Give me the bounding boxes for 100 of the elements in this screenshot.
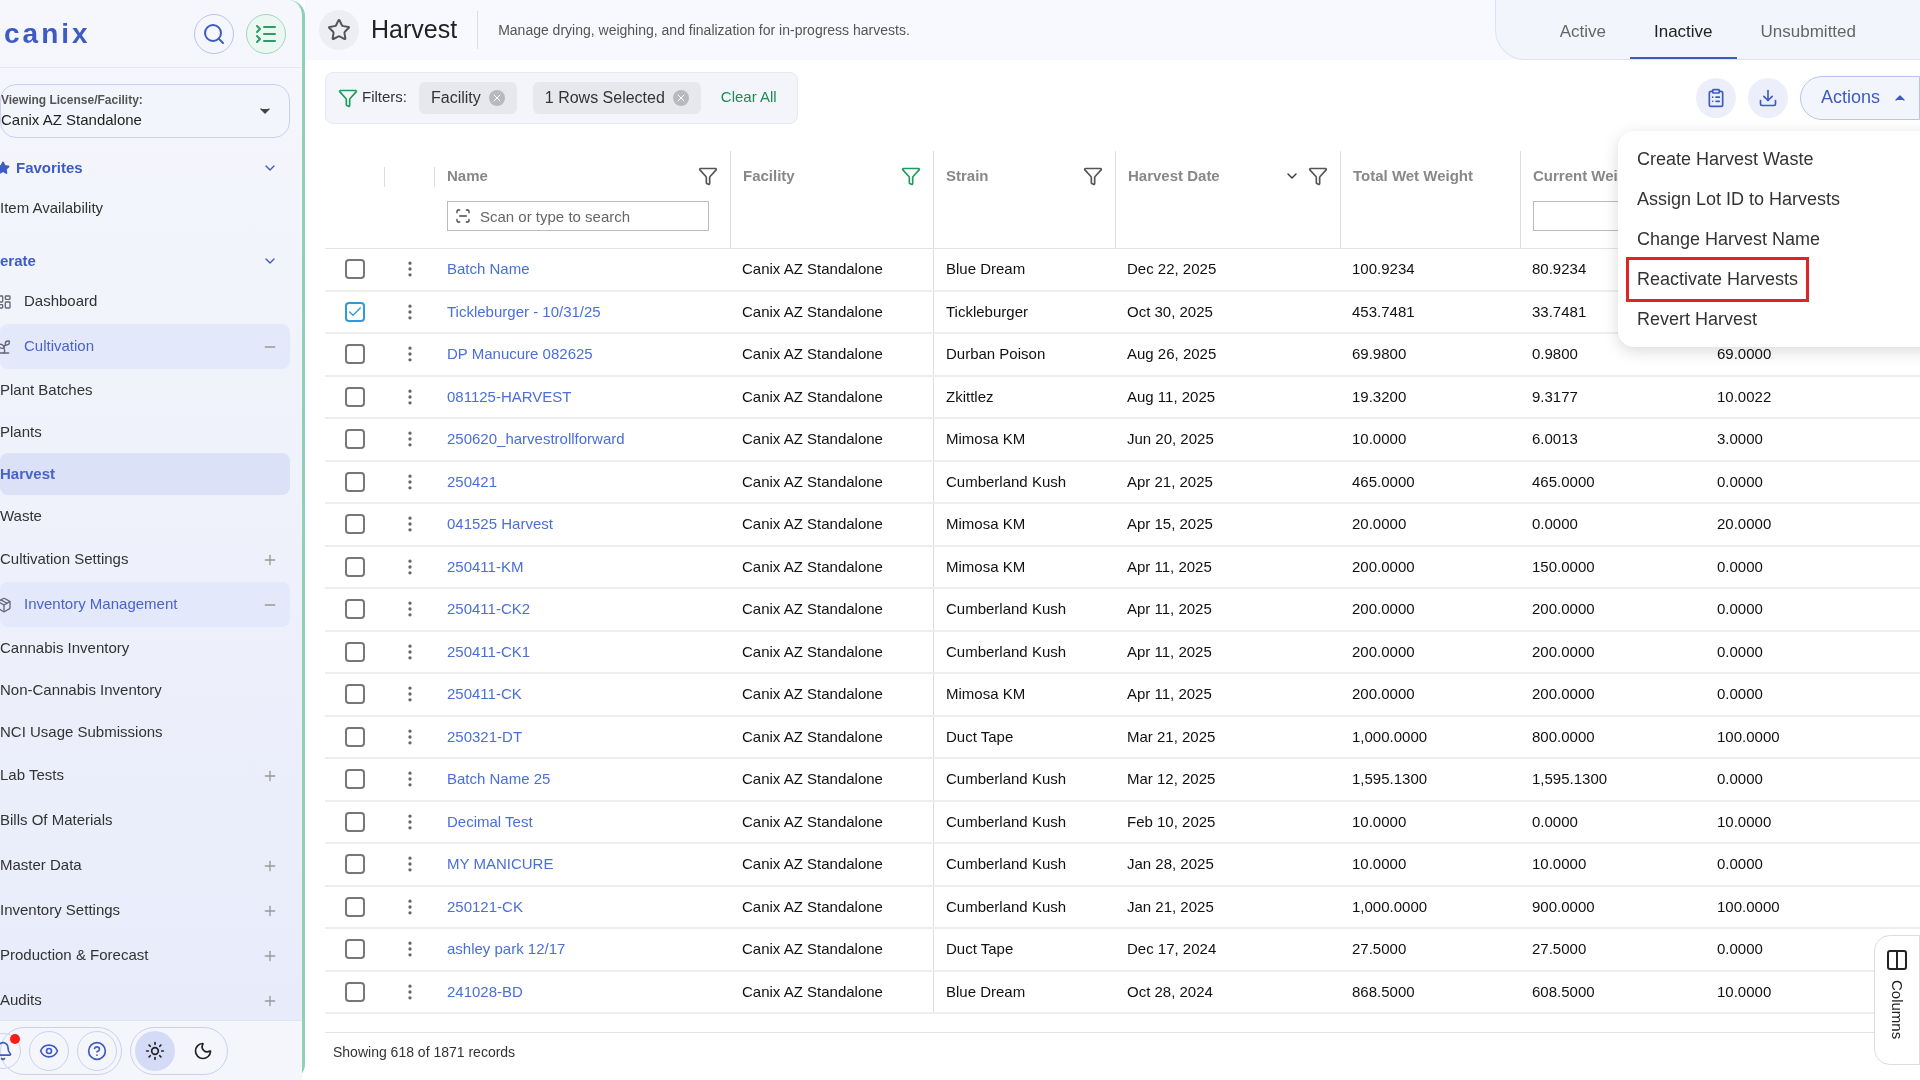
harvest-name-link[interactable]: 250321-DT: [447, 725, 523, 748]
harvest-name-link[interactable]: 250411-KM: [447, 555, 524, 578]
row-checkbox[interactable]: [345, 939, 365, 960]
menu-item[interactable]: Reactivate Harvests: [1626, 256, 1810, 302]
sidebar-group[interactable]: Cultivation Settings: [0, 537, 290, 582]
actions-button[interactable]: Actions: [1800, 75, 1920, 120]
sidebar-item[interactable]: Non-Cannabis Inventory: [0, 669, 290, 711]
sidebar-item[interactable]: Plant Batches: [0, 369, 290, 411]
column-header[interactable]: Name: [447, 164, 690, 188]
row-checkbox[interactable]: [345, 344, 365, 365]
filter-icon[interactable]: [1083, 166, 1103, 186]
sidebar-group[interactable]: Cultivation: [0, 324, 290, 369]
table-cell-text: 1,595.1300: [1532, 769, 1608, 789]
table-cell-text: Zkittlez: [946, 386, 994, 407]
row-checkbox[interactable]: [345, 684, 365, 705]
sidebar-item[interactable]: Dashboard: [0, 279, 290, 324]
filter-icon[interactable]: [1308, 166, 1328, 186]
table-cell-text: Canix AZ Standalone: [742, 599, 883, 619]
favorite-button[interactable]: [319, 10, 359, 50]
filter-icon[interactable]: [901, 166, 921, 186]
column-header[interactable]: Total Wet Weight: [1353, 164, 1508, 188]
sidebar-group[interactable]: Inventory Settings: [0, 888, 290, 933]
column-header[interactable]: Facility: [743, 164, 893, 188]
sidebar-item[interactable]: Waste: [0, 495, 290, 537]
table-cell-text: 69.9800: [1352, 344, 1407, 364]
column-header[interactable]: Current Wei: [1533, 164, 1618, 188]
sidebar-group[interactable]: Production & Forecast: [0, 933, 290, 978]
record-count: Showing 618 of 1871 records: [332, 1043, 516, 1062]
harvest-name-link[interactable]: 250121-CK: [447, 895, 523, 918]
harvest-name-link[interactable]: 041525 Harvest: [447, 513, 553, 536]
sidebar-group[interactable]: Lab Tests: [0, 753, 290, 798]
table-cell-text: Oct 30, 2025: [1127, 301, 1213, 322]
sidebar-group[interactable]: Inventory Management: [0, 582, 290, 627]
license-select[interactable]: Viewing License/Facility: Canix AZ Standalone: [0, 84, 290, 138]
row-checkbox[interactable]: [345, 429, 365, 450]
section-header[interactable]: erate: [0, 243, 290, 279]
row-checkbox[interactable]: [345, 811, 365, 832]
harvest-name-link[interactable]: Batch Name: [447, 258, 530, 281]
table-cell-text: 100.9234: [1352, 259, 1415, 279]
row-checkbox[interactable]: [345, 726, 365, 747]
sidebar-item[interactable]: NCI Usage Submissions: [0, 711, 290, 753]
page-title: Harvest: [371, 11, 479, 49]
report-button[interactable]: [1696, 77, 1736, 118]
row-checkbox[interactable]: [345, 854, 365, 875]
collapse-sidebar-button[interactable]: [246, 13, 286, 54]
column-header[interactable]: Strain: [946, 164, 1075, 188]
sidebar-item[interactable]: Item Availability: [0, 186, 290, 231]
row-checkbox[interactable]: [345, 981, 365, 1002]
page-subtitle: Manage drying, weighing, and finalization for in-progress harvests.: [498, 20, 911, 40]
harvest-name-link[interactable]: 250620_harvestrollforward: [447, 428, 625, 451]
harvest-name-link[interactable]: 241028-BD: [447, 980, 523, 1003]
sidebar-item[interactable]: Bills Of Materials: [0, 798, 290, 843]
download-button[interactable]: [1748, 77, 1788, 118]
sidebar-group[interactable]: Audits: [0, 978, 290, 1020]
table-cell-text: 900.0000: [1532, 896, 1595, 917]
table-cell-text: 0.0000: [1717, 599, 1763, 619]
filter-icon: [338, 87, 358, 108]
row-checkbox[interactable]: [345, 514, 365, 535]
harvest-name-link[interactable]: Tickleburger - 10/31/25: [447, 300, 601, 323]
harvest-name-link[interactable]: Batch Name 25: [447, 768, 551, 791]
tab[interactable]: Inactive: [1629, 7, 1737, 59]
table-cell-text: Canix AZ Standalone: [742, 981, 883, 1002]
harvest-name-link[interactable]: 250411-CK1: [447, 640, 531, 663]
row-checkbox[interactable]: [345, 641, 365, 662]
sidebar-group[interactable]: Master Data: [0, 843, 290, 888]
row-checkbox[interactable]: [345, 769, 365, 790]
tab[interactable]: Active: [1535, 7, 1630, 59]
table-cell-text: Canix AZ Standalone: [742, 301, 883, 322]
table-cell-text: 20.0000: [1352, 514, 1407, 534]
section-header[interactable]: Favorites: [0, 150, 290, 186]
row-checkbox[interactable]: [345, 386, 365, 407]
row-checkbox[interactable]: [345, 556, 365, 577]
row-checkbox[interactable]: [345, 599, 365, 620]
harvest-name-link[interactable]: 250421: [447, 470, 498, 493]
harvest-name-link[interactable]: 081125-HARVEST: [447, 385, 572, 408]
harvest-name-link[interactable]: Decimal Test: [447, 810, 533, 833]
filter-chip[interactable]: 1 Rows Selected: [532, 81, 701, 114]
tab[interactable]: Unsubmitted: [1736, 7, 1880, 59]
table-cell-text: 608.5000: [1532, 981, 1595, 1002]
columns-panel-tab[interactable]: Columns: [1874, 935, 1920, 1065]
row-checkbox[interactable]: [345, 896, 365, 917]
filter-chip[interactable]: Facility: [419, 81, 517, 114]
sidebar-item[interactable]: Cannabis Inventory: [0, 627, 290, 669]
harvest-name-link[interactable]: 250411-CK: [447, 683, 522, 706]
harvest-name-link[interactable]: ashley park 12/17: [447, 938, 566, 961]
table-cell-text: Blue Dream: [946, 981, 1026, 1002]
row-checkbox[interactable]: [345, 301, 365, 322]
filter-icon[interactable]: [698, 166, 718, 186]
table-cell-text: 200.0000: [1352, 556, 1415, 577]
sidebar-item[interactable]: Plants: [0, 411, 290, 453]
search-field[interactable]: Scan or type to search: [447, 201, 709, 231]
row-checkbox[interactable]: [345, 471, 365, 492]
harvest-name-link[interactable]: MY MANICURE: [447, 853, 554, 876]
light-mode-button[interactable]: [135, 1030, 175, 1071]
row-checkbox[interactable]: [345, 259, 365, 280]
harvest-name-link[interactable]: 250411-CK2: [447, 598, 531, 621]
clear-all-link[interactable]: Clear All: [712, 86, 785, 109]
sidebar-item[interactable]: Harvest: [0, 453, 290, 495]
column-header[interactable]: Harvest Date: [1128, 164, 1276, 188]
harvest-name-link[interactable]: DP Manucure 082625: [447, 343, 593, 366]
